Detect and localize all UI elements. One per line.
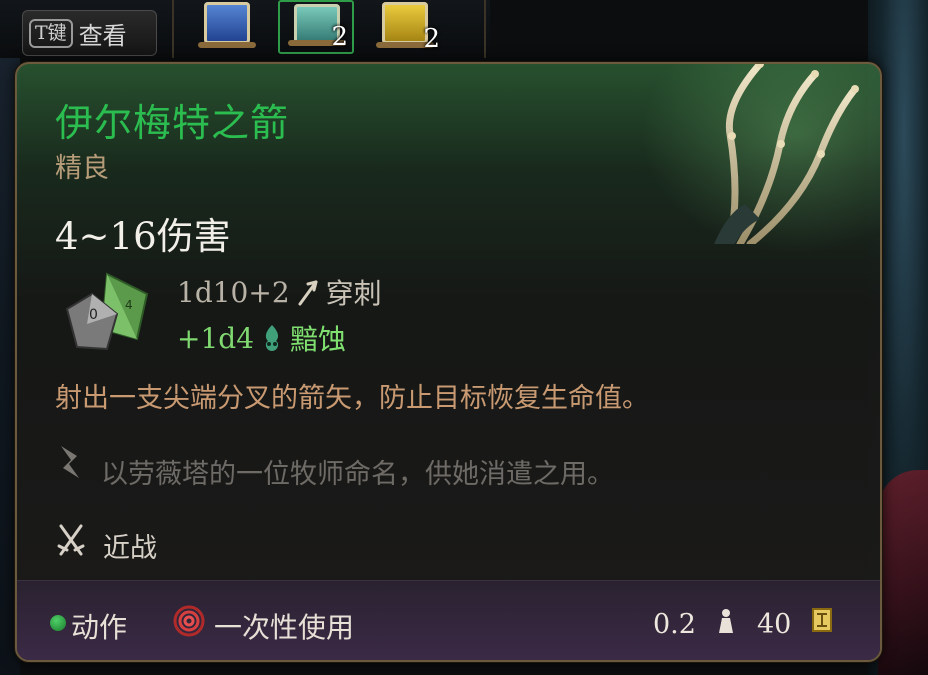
hotbar: T键 查看 2 2 — [0, 0, 490, 58]
hotbar-divider — [484, 0, 486, 58]
item-description: 射出一支尖端分叉的箭矢，防止目标恢复生命值。 — [55, 383, 649, 414]
lore-quill-icon — [61, 446, 79, 478]
hotbar-slot-1[interactable] — [190, 0, 266, 54]
slot-count: 2 — [423, 24, 440, 54]
item-tooltip: 伊尔梅特之箭 精良 4~16伤害 0 4 1d10+2 穿刺 +1d4 黯蚀 射… — [15, 62, 882, 662]
hotbar-slot-3[interactable]: 2 — [368, 0, 444, 54]
damage-dice: 1d10+2 — [177, 275, 290, 309]
damage-type: 黯蚀 — [290, 323, 347, 356]
blue-scroll-icon — [204, 2, 250, 44]
action-resource-icon — [50, 615, 66, 631]
t-key-icon: T键 — [29, 18, 73, 48]
background-creature — [878, 470, 928, 675]
tooltip-footer: 动作 一次性使用 0.2 40 — [17, 580, 880, 660]
slot-count: 2 — [331, 22, 348, 52]
single-use-spiral-icon — [173, 605, 205, 637]
gold-scroll-icon — [382, 2, 428, 44]
damage-type: 穿刺 — [325, 277, 382, 310]
damage-row-necrotic: +1d4 黯蚀 — [177, 318, 346, 358]
scroll-rod — [198, 42, 256, 48]
inspect-label: 查看 — [78, 21, 127, 50]
forked-arrow-item-icon — [714, 64, 859, 244]
hotbar-slot-2[interactable]: 2 — [278, 0, 354, 54]
weight-icon — [719, 609, 733, 633]
necrotic-skull-icon — [265, 325, 279, 351]
crossed-swords-icon — [57, 524, 85, 556]
inspect-key-hint[interactable]: T键 查看 — [22, 10, 157, 56]
svg-text:4: 4 — [125, 298, 133, 312]
price-value: 40 — [757, 609, 792, 640]
item-rarity: 精良 — [55, 153, 109, 184]
damage-total: 4~16伤害 — [55, 215, 231, 258]
damage-dice: +1d4 — [177, 321, 255, 355]
attack-type: 近战 — [103, 533, 157, 564]
action-cost-label: 动作 — [71, 611, 128, 644]
single-use-label: 一次性使用 — [214, 611, 355, 644]
arrow-icon — [298, 280, 318, 306]
item-lore: 以劳薇塔的一位牧师命名，供她消遣之用。 — [101, 459, 614, 490]
damage-row-piercing: 1d10+2 穿刺 — [177, 272, 382, 312]
hotbar-divider — [172, 0, 174, 58]
weight-value: 0.2 — [653, 609, 696, 640]
gold-coin-icon — [812, 608, 832, 632]
svg-text:0: 0 — [89, 307, 98, 323]
item-name: 伊尔梅特之箭 — [55, 101, 290, 145]
dice-icon: 0 4 — [65, 272, 149, 351]
